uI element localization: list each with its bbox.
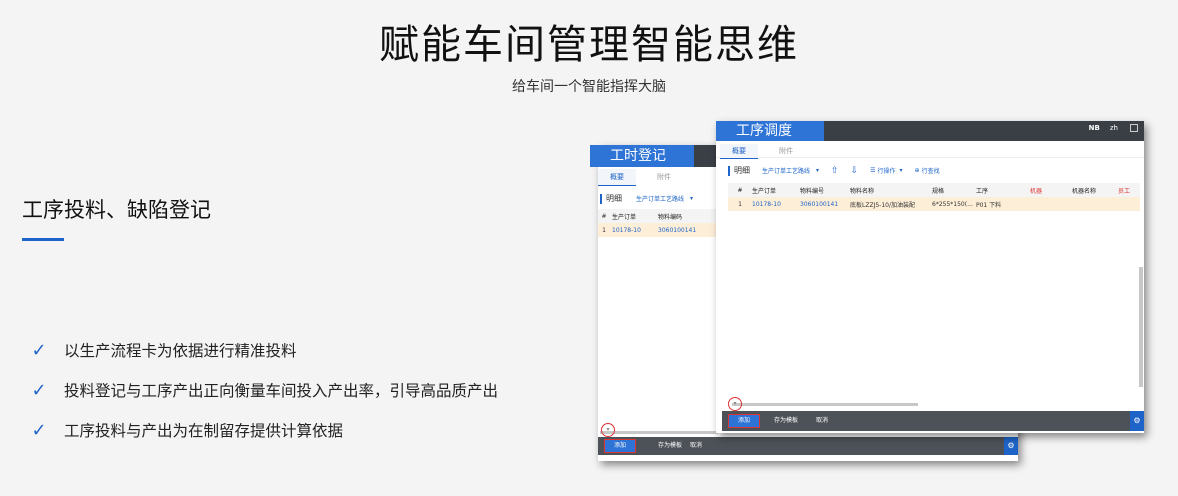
feature-item: ✓ 以生产流程卡为依据进行精准投料 (28, 330, 498, 370)
horizontal-scrollbar[interactable] (600, 431, 718, 434)
feature-item: ✓ 工序投料与产出为在制留存提供计算依据 (28, 410, 498, 450)
row-operation-icon[interactable]: ☰ (870, 167, 875, 174)
row-find-icon[interactable]: ⊕ (915, 167, 920, 174)
detail-label: 明细 (734, 166, 750, 175)
window-title: 工时登记 (590, 145, 694, 167)
col-process: 工序 (976, 187, 989, 195)
cell-order: 10178-10 (612, 226, 641, 234)
detail-header: 明细 生产订单工艺路线 ▾ (600, 193, 693, 204)
view-select[interactable]: 生产订单工艺路线 (762, 166, 810, 175)
row-find-button[interactable]: 行查找 (922, 166, 940, 175)
window-title: 工序调度 (716, 121, 824, 141)
move-down-icon[interactable]: ⇩ (851, 166, 859, 176)
settings-icon[interactable]: ⚙ (1130, 411, 1144, 431)
scroll-handle-marker[interactable]: ▾ (728, 397, 742, 411)
cell-material-code: 3060100141 (658, 226, 697, 234)
col-order: 生产订单 (752, 187, 777, 195)
feature-list: ✓ 以生产流程卡为依据进行精准投料 ✓ 投料登记与工序产出正向衡量车间投入产出率… (28, 330, 498, 450)
col-machine: 机器 (1030, 187, 1043, 195)
chevron-down-icon[interactable]: ▾ (816, 167, 819, 174)
title-bar-actions: NB zh (1089, 124, 1138, 132)
detail-grid: # 生产订单 物料编号 物料名称 规格 工序 机器 机器名称 员工 1 1017… (728, 183, 1140, 211)
grid-header-row: # 生产订单 物料编码 (598, 209, 718, 223)
chevron-down-icon[interactable]: ▾ (690, 195, 693, 202)
language-select[interactable]: zh (1110, 124, 1118, 132)
user-badge[interactable]: NB (1089, 124, 1100, 132)
chevron-down-icon[interactable]: ▾ (900, 167, 903, 174)
col-spec: 规格 (932, 187, 945, 195)
table-row[interactable]: 1 10178-10 3060100141 底板LZZJ5-10/加油装配 6*… (728, 197, 1140, 211)
check-icon: ✓ (31, 419, 47, 441)
col-material-code: 物料编码 (658, 213, 683, 221)
section-title: 工序投料、缺陷登记 (22, 198, 211, 222)
vertical-scrollbar[interactable] (1139, 267, 1143, 387)
cell-material-no: 3060100141 (800, 200, 839, 208)
tab-summary[interactable]: 概要 (720, 144, 758, 159)
row-operation-button[interactable]: 行操作 (878, 166, 896, 175)
horizontal-scrollbar[interactable] (732, 403, 918, 406)
cell-material-name: 底板LZZJ5-10/加油装配 (850, 201, 915, 209)
detail-accent (728, 165, 730, 176)
window-footer: 添加 存为模板 取消 ⚙ (598, 437, 1018, 455)
window-footer: 添加 存为模板 取消 ⚙ (722, 411, 1144, 431)
detail-accent (600, 193, 602, 204)
feature-item: ✓ 投料登记与工序产出正向衡量车间投入产出率，引导高品质产出 (28, 370, 498, 410)
cell-order: 10178-10 (752, 200, 781, 208)
cancel-button[interactable]: 取消 (816, 415, 828, 427)
move-up-icon[interactable]: ⇧ (831, 166, 839, 176)
hero-title: 赋能车间管理智能思维 (379, 22, 799, 68)
section-underline (22, 238, 64, 241)
view-select[interactable]: 生产订单工艺路线 (636, 194, 684, 203)
hero-subtitle: 给车间一个智能指挥大脑 (512, 79, 666, 95)
settings-icon[interactable]: ⚙ (1004, 437, 1018, 455)
feature-text: 以生产流程卡为依据进行精准投料 (64, 342, 297, 360)
cell-process: P01 下料 (976, 201, 1002, 209)
col-index: # (737, 186, 743, 194)
col-employee: 员工 (1118, 187, 1131, 195)
scroll-handle-marker[interactable]: ▾ (601, 423, 615, 437)
external-link-icon[interactable] (1130, 124, 1138, 132)
col-material-no: 物料编号 (800, 187, 825, 195)
save-template-button[interactable]: 存为模板 (658, 440, 682, 452)
tab-bar: 概要 附件 (598, 169, 718, 186)
grid-header-row: # 生产订单 物料编号 物料名称 规格 工序 机器 机器名称 员工 (728, 183, 1140, 197)
feature-text: 投料登记与工序产出正向衡量车间投入产出率，引导高品质产出 (64, 382, 499, 400)
col-index: # (601, 212, 607, 220)
add-button[interactable]: 添加 (604, 439, 636, 453)
save-template-button[interactable]: 存为模板 (774, 415, 798, 427)
process-dispatch-window: 工序调度 NB zh 概要 附件 明细 生产订单工艺路线 ▾ ⇧ ⇩ ☰ 行操作… (716, 121, 1144, 433)
cell-index: 1 (738, 200, 742, 208)
tab-bar: 概要 附件 (716, 144, 1144, 159)
detail-toolbar: 明细 生产订单工艺路线 ▾ ⇧ ⇩ ☰ 行操作 ▾ ⊕ 行查找 (728, 165, 1138, 176)
add-button[interactable]: 添加 (728, 414, 760, 428)
col-material-name: 物料名称 (850, 187, 875, 195)
cell-index: 1 (602, 226, 606, 234)
col-machine-name: 机器名称 (1072, 187, 1097, 195)
cell-spec: 6*255*150(... (932, 200, 973, 208)
tab-attachments[interactable]: 附件 (646, 169, 682, 185)
check-icon: ✓ (31, 339, 47, 361)
tab-attachments[interactable]: 附件 (768, 144, 804, 158)
cancel-button[interactable]: 取消 (690, 440, 702, 452)
detail-label: 明细 (606, 194, 622, 203)
tab-summary[interactable]: 概要 (598, 169, 636, 186)
table-row[interactable]: 1 10178-10 3060100141 (598, 223, 718, 237)
detail-grid: # 生产订单 物料编码 1 10178-10 3060100141 (598, 209, 718, 237)
col-order: 生产订单 (612, 213, 637, 221)
check-icon: ✓ (31, 379, 47, 401)
feature-text: 工序投料与产出为在制留存提供计算依据 (64, 422, 344, 440)
